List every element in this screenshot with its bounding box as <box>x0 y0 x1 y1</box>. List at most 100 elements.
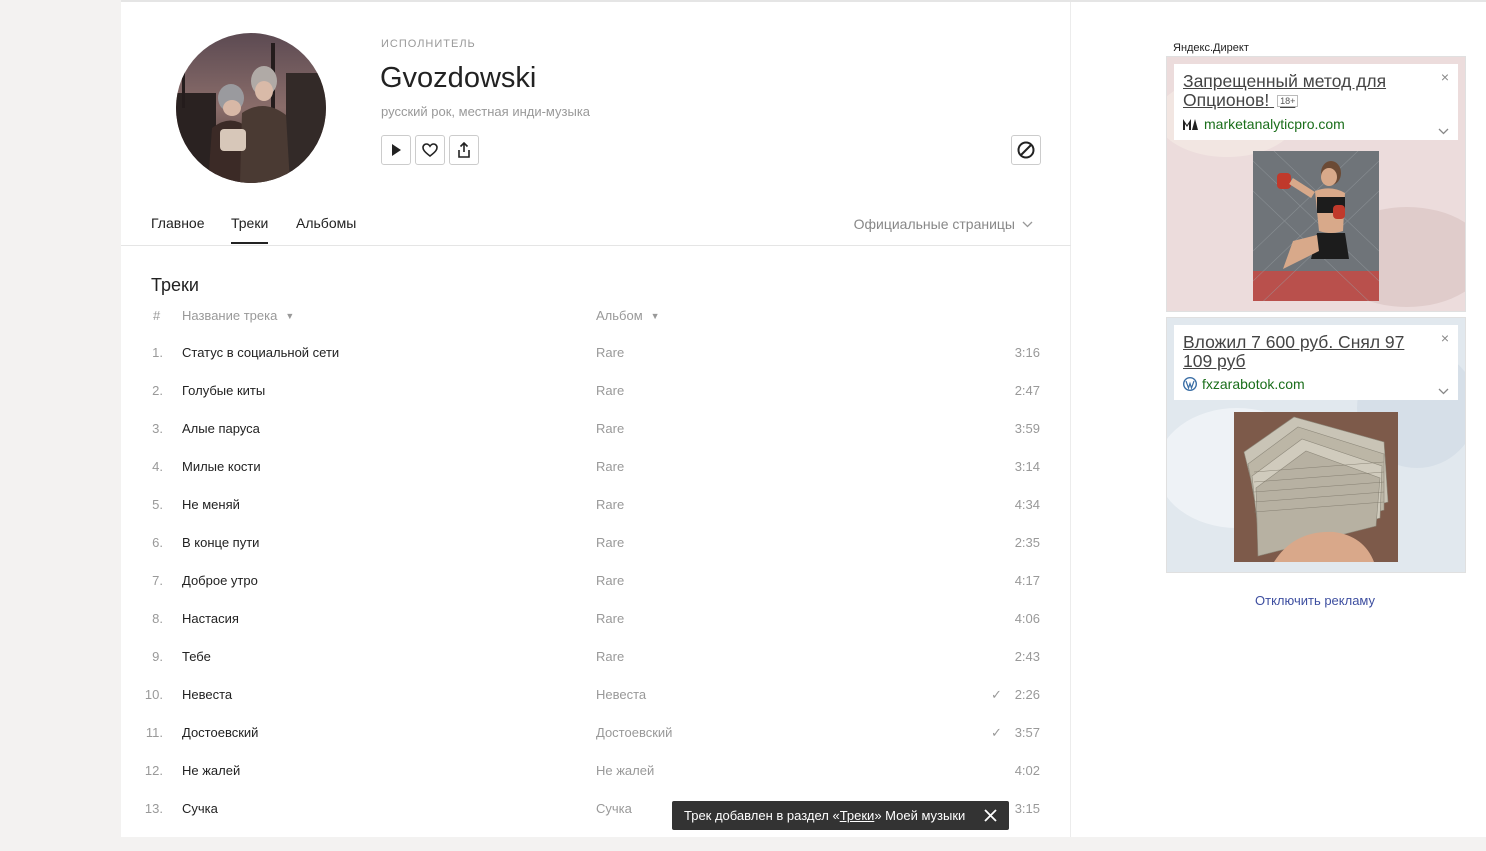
track-number: 11. <box>145 725 163 740</box>
track-title[interactable]: Алые паруса <box>182 421 260 436</box>
track-row[interactable]: 8. Настасия Rare 4:06 <box>121 600 1071 638</box>
share-button[interactable] <box>449 135 479 165</box>
track-album[interactable]: Rare <box>596 573 624 588</box>
track-duration: 2:35 <box>1014 535 1040 550</box>
chevron-down-icon[interactable] <box>1438 128 1449 135</box>
track-row[interactable]: 2. Голубые киты Rare 2:47 <box>121 372 1071 410</box>
track-album[interactable]: Rare <box>596 611 624 626</box>
track-row[interactable]: 9. Тебе Rare 2:43 <box>121 638 1071 676</box>
track-number: 6. <box>152 535 163 550</box>
track-title[interactable]: В конце пути <box>182 535 259 550</box>
track-duration: 3:59 <box>1014 421 1040 436</box>
artist-avatar <box>176 33 326 183</box>
track-number: 10. <box>144 687 163 702</box>
track-album[interactable]: Rare <box>596 649 624 664</box>
track-duration: 3:16 <box>1014 345 1040 360</box>
column-album[interactable]: Альбом ▼ <box>596 308 660 323</box>
track-number: 1. <box>152 345 163 360</box>
play-button[interactable] <box>381 135 411 165</box>
ad-domain[interactable]: fxzarabotok.com <box>1183 376 1449 392</box>
track-title[interactable]: Доброе утро <box>182 573 258 588</box>
track-duration: 4:17 <box>1014 573 1040 588</box>
track-number: 13. <box>144 801 163 816</box>
footer-strip <box>121 837 1486 851</box>
play-icon <box>392 144 401 156</box>
ad-image[interactable] <box>1253 151 1379 301</box>
track-row[interactable]: 3. Алые паруса Rare 3:59 <box>121 410 1071 448</box>
ad-block-1[interactable]: Запрещенный метод для Опционов! 18+ mark… <box>1166 56 1466 312</box>
wordpress-logo-icon <box>1183 377 1197 391</box>
track-title[interactable]: Голубые киты <box>182 383 265 398</box>
track-row[interactable]: 4. Милые кости Rare 3:14 <box>121 448 1071 486</box>
track-row[interactable]: 10. Невеста Невеста ✓ 2:26 <box>121 676 1071 714</box>
disable-ads-link[interactable]: Отключить рекламу <box>1255 593 1375 608</box>
track-duration: 4:06 <box>1014 611 1040 626</box>
main-panel: ИСПОЛНИТЕЛЬ Gvozdowski русский рок, мест… <box>121 0 1486 837</box>
track-duration: 2:47 <box>1014 383 1040 398</box>
heart-icon <box>422 143 438 157</box>
track-album[interactable]: Достоевский <box>596 725 672 740</box>
track-album[interactable]: Rare <box>596 535 624 550</box>
track-album[interactable]: Rare <box>596 421 624 436</box>
ad-image[interactable] <box>1234 412 1398 562</box>
track-duration: 2:26 <box>1014 687 1040 702</box>
track-duration: 3:14 <box>1014 459 1040 474</box>
track-album[interactable]: Не жалей <box>596 763 654 778</box>
official-pages-dropdown[interactable]: Официальные страницы <box>854 216 1033 232</box>
ad-title[interactable]: Вложил 7 600 руб. Снял 97 109 руб <box>1183 333 1413 371</box>
tab-main[interactable]: Главное <box>151 215 205 231</box>
track-album[interactable]: Rare <box>596 383 624 398</box>
track-title[interactable]: Не меняй <box>182 497 240 512</box>
ad-block-2[interactable]: Вложил 7 600 руб. Снял 97 109 руб fxzara… <box>1166 317 1466 573</box>
track-row[interactable]: 1. Статус в социальной сети Rare 3:16 <box>121 334 1071 372</box>
ad-text-box: Запрещенный метод для Опционов! 18+ mark… <box>1174 64 1458 140</box>
track-title[interactable]: Невеста <box>182 687 232 702</box>
ad-domain[interactable]: marketanalyticpro.com <box>1183 116 1449 132</box>
track-number: 8. <box>152 611 163 626</box>
track-album[interactable]: Невеста <box>596 687 646 702</box>
toast-tracks-link[interactable]: Треки <box>840 808 875 823</box>
track-number: 2. <box>152 383 163 398</box>
ad-title[interactable]: Запрещенный метод для Опционов! 18+ <box>1183 72 1413 111</box>
ad-close-button[interactable]: × <box>1441 330 1449 346</box>
track-album[interactable]: Rare <box>596 459 624 474</box>
ad-text-box: Вложил 7 600 руб. Снял 97 109 руб fxzara… <box>1174 325 1458 400</box>
track-row[interactable]: 12. Не жалей Не жалей 4:02 <box>121 752 1071 790</box>
column-title[interactable]: Название трека ▼ <box>182 308 294 323</box>
track-row[interactable]: 7. Доброе утро Rare 4:17 <box>121 562 1071 600</box>
artist-content: ИСПОЛНИТЕЛЬ Gvozdowski русский рок, мест… <box>121 2 1071 837</box>
track-album[interactable]: Rare <box>596 345 624 360</box>
chevron-down-icon[interactable] <box>1438 388 1449 395</box>
track-row[interactable]: 11. Достоевский Достоевский ✓ 3:57 <box>121 714 1071 752</box>
track-title[interactable]: Статус в социальной сети <box>182 345 339 360</box>
liked-check-icon: ✓ <box>991 725 1002 740</box>
age-badge: 18+ <box>1277 95 1299 107</box>
track-row[interactable]: 5. Не меняй Rare 4:34 <box>121 486 1071 524</box>
sort-arrow-icon: ▼ <box>285 311 295 321</box>
track-row[interactable]: 6. В конце пути Rare 2:35 <box>121 524 1071 562</box>
track-title[interactable]: Достоевский <box>182 725 258 740</box>
column-number: # <box>153 308 161 323</box>
artist-type-label: ИСПОЛНИТЕЛЬ <box>381 38 476 50</box>
track-title[interactable]: Сучка <box>182 801 218 816</box>
track-duration: 3:15 <box>1014 801 1040 816</box>
marketanalytic-logo-icon <box>1183 119 1198 130</box>
track-title[interactable]: Не жалей <box>182 763 240 778</box>
toast-suffix: » Моей музыки <box>874 808 966 823</box>
ad-close-button[interactable]: × <box>1441 69 1449 85</box>
like-button[interactable] <box>415 135 445 165</box>
track-title[interactable]: Настасия <box>182 611 239 626</box>
tab-albums[interactable]: Альбомы <box>296 215 356 231</box>
notification-toast: Трек добавлен в раздел «Треки» Моей музы… <box>672 801 1009 830</box>
track-number: 7. <box>152 573 163 588</box>
track-title[interactable]: Тебе <box>182 649 211 664</box>
track-album[interactable]: Rare <box>596 497 624 512</box>
track-duration: 3:57 <box>1014 725 1040 740</box>
section-title: Треки <box>151 275 199 295</box>
tab-tracks[interactable]: Треки <box>231 215 269 244</box>
track-title[interactable]: Милые кости <box>182 459 261 474</box>
close-icon[interactable] <box>984 809 997 822</box>
block-button[interactable] <box>1011 135 1041 165</box>
liked-check-icon: ✓ <box>991 687 1002 702</box>
track-album[interactable]: Сучка <box>596 801 632 816</box>
